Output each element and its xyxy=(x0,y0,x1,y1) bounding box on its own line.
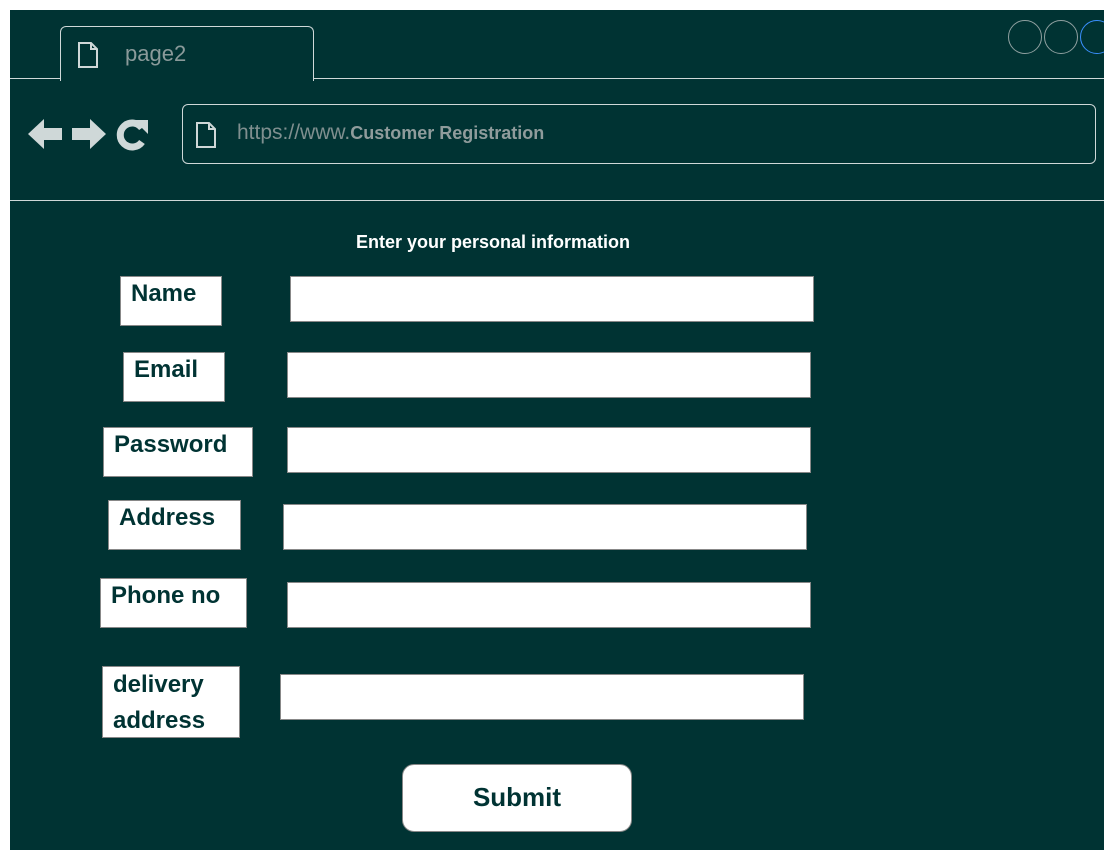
phone-field[interactable] xyxy=(287,582,811,628)
address-field[interactable] xyxy=(283,504,807,550)
name-field[interactable] xyxy=(290,276,814,322)
password-field[interactable] xyxy=(287,427,811,473)
reload-icon[interactable] xyxy=(114,116,150,157)
page-icon xyxy=(195,121,217,154)
browser-window: page2 https://www.Customer Registration … xyxy=(10,10,1104,850)
email-label: Email xyxy=(123,352,225,402)
close-button[interactable] xyxy=(1080,20,1104,54)
name-label: Name xyxy=(120,276,222,326)
delivery-address-label: delivery address xyxy=(102,666,240,738)
minimize-button[interactable] xyxy=(1008,20,1042,54)
forward-arrow-icon[interactable] xyxy=(70,117,108,156)
url-text: https://www.Customer Registration xyxy=(237,121,544,145)
delivery-address-field[interactable] xyxy=(280,674,804,720)
phone-label: Phone no xyxy=(100,578,247,628)
password-label: Password xyxy=(103,427,253,477)
navigation-controls xyxy=(26,116,150,157)
page-icon xyxy=(77,41,99,74)
address-bar[interactable]: https://www.Customer Registration xyxy=(182,104,1096,164)
tab-bar-line xyxy=(10,78,61,79)
delivery-label-line: address xyxy=(113,707,206,734)
toolbar-divider xyxy=(10,200,1104,201)
maximize-button[interactable] xyxy=(1044,20,1078,54)
url-page-title: Customer Registration xyxy=(350,123,545,143)
email-field[interactable] xyxy=(287,352,811,398)
form-heading: Enter your personal information xyxy=(356,232,631,252)
window-controls xyxy=(1008,20,1104,54)
submit-button[interactable]: Submit xyxy=(402,764,632,832)
browser-tab[interactable]: page2 xyxy=(60,26,314,81)
tab-bar-line xyxy=(313,78,1104,79)
tab-title: page2 xyxy=(125,41,187,66)
back-arrow-icon[interactable] xyxy=(26,117,64,156)
url-prefix: https://www. xyxy=(237,121,351,144)
delivery-label-line: delivery xyxy=(113,671,204,698)
address-label: Address xyxy=(108,500,241,550)
